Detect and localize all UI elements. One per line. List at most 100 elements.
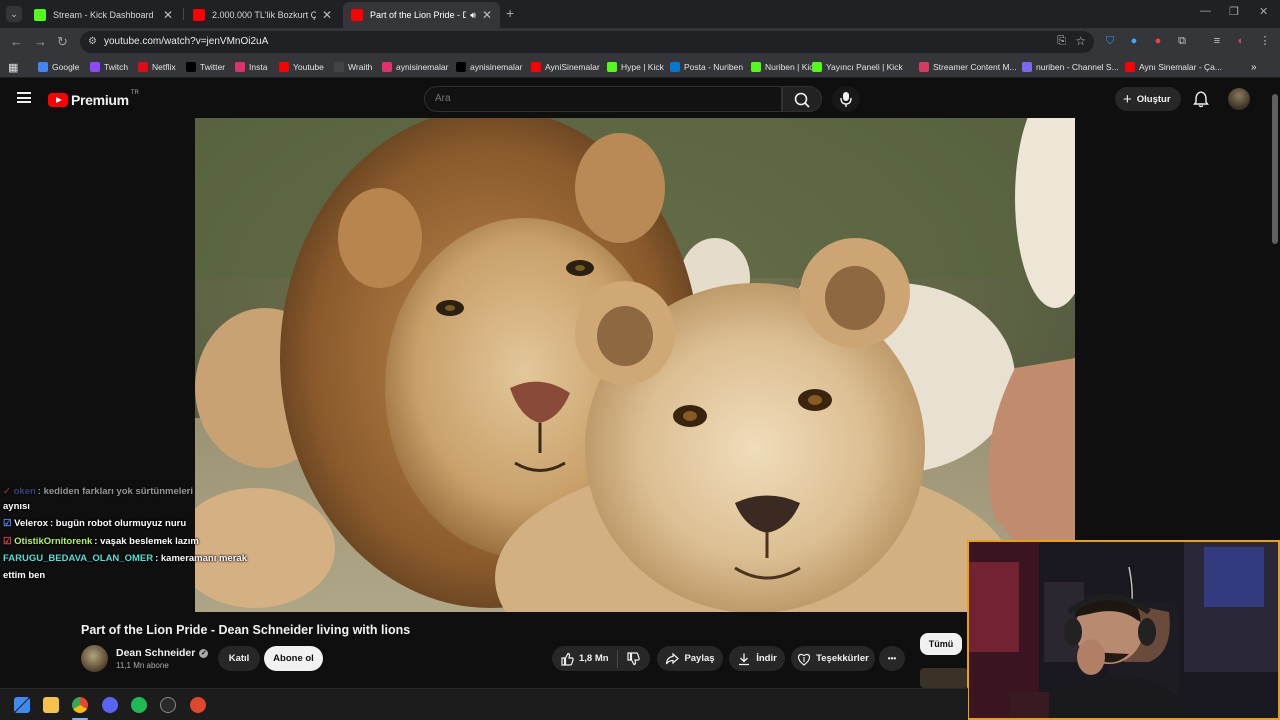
youtube-play-icon (48, 93, 68, 107)
subscribe-button[interactable]: Abone ol (264, 646, 323, 671)
channel-name[interactable]: Dean Schneider ✓ (116, 647, 209, 659)
bookmark-star-icon[interactable]: ☆ (1075, 34, 1086, 48)
spotify-icon[interactable] (131, 697, 147, 713)
bookmark-item[interactable]: nuriben - Channel S... (1022, 60, 1119, 74)
share-button[interactable]: Paylaş (657, 646, 723, 671)
obs-icon[interactable] (190, 697, 206, 713)
chrome-icon[interactable] (72, 697, 88, 713)
chat-message: ettim ben (3, 570, 46, 581)
outlook-icon (670, 62, 680, 72)
extension-red-icon[interactable]: ● (1152, 35, 1164, 47)
instagram-icon (235, 62, 245, 72)
steam-icon[interactable] (160, 697, 176, 713)
maximize-icon[interactable]: ❐ (1229, 5, 1239, 18)
bookmark-label: nuriben - Channel S... (1036, 62, 1119, 72)
video-player[interactable] (195, 118, 1075, 612)
create-button[interactable]: + Oluştur (1115, 87, 1181, 111)
subscriber-count: 11,1 Mn abone (116, 661, 169, 670)
bookmark-label: aynisinemalar (396, 62, 449, 72)
bookmark-item[interactable]: Hype | Kick (607, 60, 664, 74)
windows-start-icon[interactable] (14, 697, 30, 713)
join-button[interactable]: Katıl (218, 646, 260, 671)
search-input[interactable] (435, 93, 735, 104)
bookmark-item[interactable]: AyniSinemalar (531, 60, 600, 74)
bookmark-item[interactable]: Google (38, 60, 79, 74)
bookmark-item[interactable]: Twitch (90, 60, 128, 74)
account-avatar[interactable] (1228, 88, 1250, 110)
close-icon[interactable]: ✕ (322, 8, 332, 22)
youtube-premium-logo[interactable]: Premium TR (48, 90, 139, 108)
notifications-bell-icon[interactable] (1192, 90, 1210, 108)
browser-menu-icon[interactable]: ⋮ (1259, 35, 1271, 47)
discord-icon[interactable] (102, 697, 118, 713)
menu-icon[interactable] (17, 92, 31, 103)
site-info-icon[interactable]: ⚙ (88, 36, 97, 47)
bookmark-item[interactable]: Aynı Sinemalar - Ça... (1125, 60, 1222, 74)
tab-title: Stream - Kick Dashboard (53, 10, 154, 20)
bookmark-label: Streamer Content M... (933, 62, 1017, 72)
download-button[interactable]: İndir (729, 646, 785, 671)
bookmark-item[interactable]: Streamer Content M... (919, 60, 1017, 74)
tab-search-button[interactable]: ⌄ (6, 6, 22, 22)
minimize-icon[interactable]: — (1200, 5, 1211, 17)
address-bar[interactable]: ⚙ youtube.com/watch?v=jenVMnOi2uA ⎘ ☆ (80, 31, 1094, 53)
more-bookmarks-icon[interactable]: » (1251, 60, 1257, 74)
tab-kick-dashboard[interactable]: Stream - Kick Dashboard ✕ (26, 2, 181, 28)
chat-message: ☑ OtistikOrnitorenk: vaşak beslemek lazı… (3, 536, 199, 547)
file-explorer-icon[interactable] (43, 697, 59, 713)
close-icon[interactable]: ✕ (163, 8, 173, 22)
thumbs-up-icon[interactable] (560, 652, 574, 666)
channel-icon (1022, 62, 1032, 72)
tab-bozkurt-video[interactable]: 2.000.000 TL'lik Bozkurt Çiftliği ✕ (185, 2, 340, 28)
download-icon (739, 653, 750, 665)
chat-message: ☑ Velerox: bugün robot olurmuyuz nuru (3, 518, 187, 529)
bookmark-label: Youtube (293, 62, 324, 72)
more-actions-button[interactable]: ••• (879, 646, 905, 671)
bookmark-item[interactable]: Posta - Nuriben (670, 60, 743, 74)
extensions-puzzle-icon[interactable]: ⧉ (1176, 35, 1188, 47)
verified-check-icon: ✓ (199, 648, 209, 658)
forward-icon[interactable]: → (34, 34, 47, 49)
bookmark-item[interactable]: Nuriben | Kick (751, 60, 818, 74)
media-queue-icon[interactable]: ≡ (1211, 35, 1223, 47)
like-count[interactable]: 1,8 Mn (579, 653, 609, 664)
tab-title: Part of the Lion Pride - Dea (370, 10, 467, 20)
install-app-icon[interactable]: ⎘ (1057, 35, 1066, 48)
recommended-video-thumbnail[interactable] (920, 668, 968, 688)
apps-grid-icon[interactable]: ▦ (8, 60, 18, 74)
bookmark-item[interactable]: Netflix (138, 60, 176, 74)
bookmark-label: Wraith (348, 62, 373, 72)
reload-icon[interactable]: ↻ (57, 34, 68, 50)
scrollbar-thumb[interactable] (1272, 94, 1278, 244)
youtube-icon (193, 9, 205, 21)
kick-icon (751, 62, 761, 72)
shield-icon[interactable]: ⛉ (1104, 35, 1116, 47)
search-icon (794, 92, 810, 108)
bookmark-item[interactable]: Wraith (334, 60, 372, 74)
profile-icon[interactable]: ◐ (1235, 35, 1247, 47)
bookmark-item[interactable]: Yayıncı Paneli | Kick (812, 60, 903, 74)
extension-bird-icon[interactable]: ● (1128, 35, 1140, 47)
search-button[interactable] (782, 86, 822, 112)
bookmark-item[interactable]: Youtube (279, 60, 324, 74)
filter-chip-all[interactable]: Tümü (920, 633, 962, 655)
bookmark-item[interactable]: aynisinemalar (456, 60, 522, 74)
close-icon[interactable]: ✕ (482, 8, 492, 22)
badge-icon: ✓ (3, 486, 11, 497)
channel-avatar[interactable] (81, 645, 108, 672)
thanks-button[interactable]: Teşekkürler (791, 646, 875, 671)
tab-lion-pride[interactable]: Part of the Lion Pride - Dea 🔊︎ ✕ (343, 2, 500, 28)
close-window-icon[interactable]: ✕ (1259, 5, 1268, 18)
bookmark-item[interactable]: Insta (235, 60, 267, 74)
back-icon[interactable]: ← (10, 34, 23, 49)
thumbs-down-icon[interactable] (626, 652, 640, 666)
chat-message: aynısı (3, 501, 30, 512)
tab-title: 2.000.000 TL'lik Bozkurt Çiftliği (212, 10, 316, 20)
wraith-icon (334, 62, 344, 72)
bookmark-item[interactable]: Twitter (186, 60, 225, 74)
new-tab-button[interactable]: + (506, 5, 514, 21)
bookmark-item[interactable]: aynisinemalar (382, 60, 448, 74)
speaker-icon[interactable]: 🔊︎ (470, 10, 476, 21)
search-box[interactable] (424, 86, 782, 112)
voice-search-button[interactable] (832, 86, 860, 112)
